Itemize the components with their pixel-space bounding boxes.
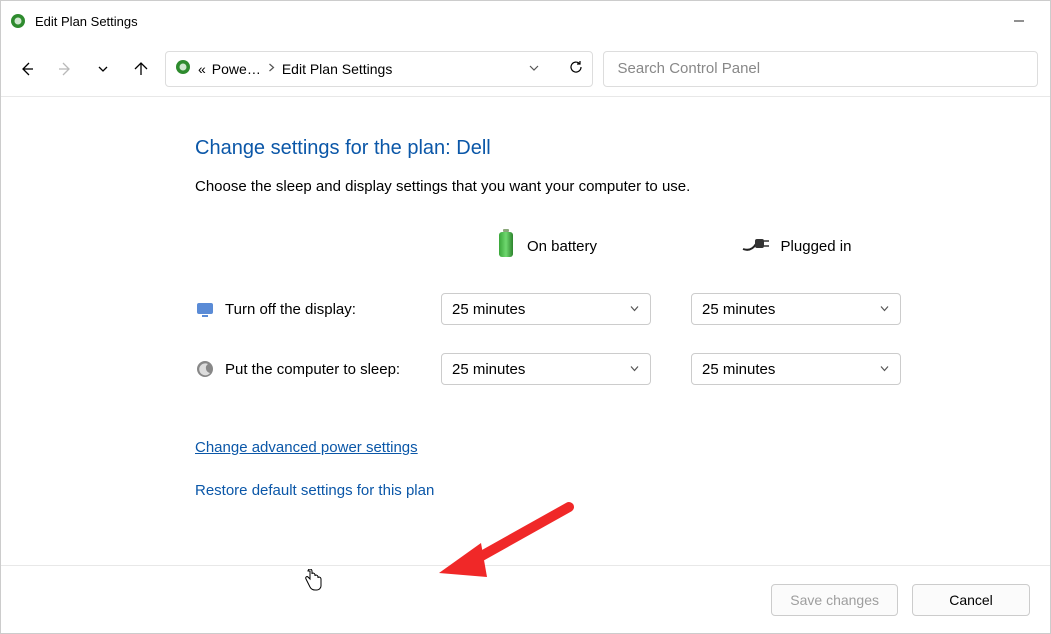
- cancel-button[interactable]: Cancel: [912, 584, 1030, 616]
- dropdown-sleep-plugged[interactable]: 25 minutes: [691, 353, 901, 385]
- chevron-right-icon: [267, 63, 276, 75]
- column-on-battery: On battery: [441, 229, 651, 263]
- page-subtext: Choose the sleep and display settings th…: [195, 178, 1026, 195]
- main-content: Change settings for the plan: Dell Choos…: [1, 97, 1050, 565]
- plug-icon: [741, 234, 771, 258]
- app-icon: [9, 12, 27, 30]
- row-label-text: Turn off the display:: [225, 301, 356, 318]
- dropdown-value: 25 minutes: [452, 301, 525, 318]
- control-panel-icon: [174, 58, 192, 79]
- breadcrumb-current[interactable]: Edit Plan Settings: [282, 61, 393, 77]
- dropdown-value: 25 minutes: [702, 361, 775, 378]
- nav-forward-button: [51, 55, 79, 83]
- column-plugged-in: Plugged in: [691, 234, 901, 258]
- page-heading: Change settings for the plan: Dell: [195, 137, 1026, 160]
- address-bar[interactable]: « Powe… Edit Plan Settings: [165, 51, 593, 87]
- column-label-plugged: Plugged in: [781, 238, 852, 255]
- address-dropdown-button[interactable]: [528, 61, 540, 77]
- setting-row: Put the computer to sleep: 25 minutes 25…: [195, 353, 1026, 385]
- dropdown-display-battery[interactable]: 25 minutes: [441, 293, 651, 325]
- chevron-down-icon: [629, 301, 640, 318]
- dropdown-value: 25 minutes: [702, 301, 775, 318]
- row-label-sleep: Put the computer to sleep:: [195, 359, 441, 379]
- chevron-down-icon: [879, 361, 890, 378]
- title-bar: Edit Plan Settings: [1, 1, 1050, 41]
- link-restore-defaults[interactable]: Restore default settings for this plan: [195, 482, 434, 499]
- breadcrumb-root[interactable]: Powe…: [212, 61, 261, 77]
- chevron-down-icon: [629, 361, 640, 378]
- breadcrumb-prefix: «: [198, 61, 206, 77]
- row-label-text: Put the computer to sleep:: [225, 361, 400, 378]
- dropdown-sleep-battery[interactable]: 25 minutes: [441, 353, 651, 385]
- row-label-display: Turn off the display:: [195, 299, 441, 319]
- save-changes-button[interactable]: Save changes: [771, 584, 898, 616]
- links-section: Change advanced power settings Restore d…: [195, 439, 1026, 499]
- battery-icon: [495, 229, 517, 263]
- dropdown-display-plugged[interactable]: 25 minutes: [691, 293, 901, 325]
- minimize-button[interactable]: [996, 5, 1042, 37]
- columns-header: On battery Plugged in: [195, 229, 1026, 263]
- recent-locations-button[interactable]: [89, 55, 117, 83]
- window: Edit Plan Settings « Powe… Edit Pla: [0, 0, 1051, 634]
- link-advanced-power-settings[interactable]: Change advanced power settings: [195, 439, 418, 456]
- footer: Save changes Cancel: [1, 565, 1050, 633]
- chevron-down-icon: [879, 301, 890, 318]
- search-box[interactable]: [603, 51, 1039, 87]
- dropdown-value: 25 minutes: [452, 361, 525, 378]
- toolbar: « Powe… Edit Plan Settings: [1, 41, 1050, 97]
- column-label-battery: On battery: [527, 238, 597, 255]
- window-title: Edit Plan Settings: [35, 14, 996, 29]
- sleep-icon: [195, 359, 215, 379]
- setting-row: Turn off the display: 25 minutes 25 minu…: [195, 293, 1026, 325]
- search-input[interactable]: [616, 59, 1026, 78]
- nav-back-button[interactable]: [13, 55, 41, 83]
- display-icon: [195, 299, 215, 319]
- nav-up-button[interactable]: [127, 55, 155, 83]
- refresh-button[interactable]: [568, 59, 584, 78]
